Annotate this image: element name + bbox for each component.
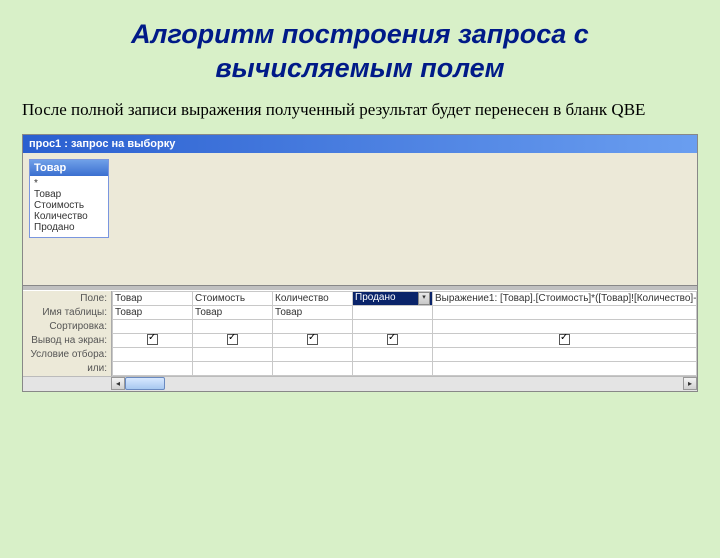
scroll-right-arrow-icon[interactable]: ▸ — [683, 377, 697, 390]
field-item[interactable]: Количество — [31, 211, 107, 222]
qbe-show-cell[interactable] — [113, 333, 193, 347]
qbe-cell[interactable] — [353, 347, 433, 361]
checkbox-icon[interactable] — [307, 334, 318, 345]
qbe-cell[interactable] — [273, 347, 353, 361]
field-item[interactable]: * — [31, 178, 107, 189]
row-label-field: Поле: — [23, 292, 111, 306]
access-query-designer: прос1 : запрос на выборку Товар * Товар … — [22, 134, 698, 392]
checkbox-icon[interactable] — [147, 334, 158, 345]
checkbox-icon[interactable] — [387, 334, 398, 345]
qbe-cell[interactable] — [193, 361, 273, 375]
qbe-cell[interactable] — [193, 319, 273, 333]
qbe-cell[interactable] — [353, 305, 433, 319]
qbe-cell[interactable] — [113, 361, 193, 375]
qbe-cell-text: Продано — [355, 292, 396, 303]
qbe-cell[interactable] — [353, 361, 433, 375]
qbe-row-show — [113, 333, 697, 347]
field-item[interactable]: Товар — [31, 189, 107, 200]
qbe-row-sort — [113, 319, 697, 333]
qbe-cell[interactable] — [433, 319, 697, 333]
qbe-cell[interactable] — [113, 319, 193, 333]
qbe-cell[interactable]: Стоимость — [193, 291, 273, 305]
slide-subtitle: После полной записи выражения полученный… — [22, 100, 698, 120]
qbe-show-cell[interactable] — [273, 333, 353, 347]
qbe-cell[interactable]: Товар — [273, 305, 353, 319]
qbe-row-field: Товар Стоимость Количество Продано ▾ Выр… — [113, 291, 697, 305]
scroll-left-arrow-icon[interactable]: ◂ — [111, 377, 125, 390]
qbe-show-cell[interactable] — [353, 333, 433, 347]
source-table-box[interactable]: Товар * Товар Стоимость Количество Прода… — [29, 159, 109, 238]
row-label-table: Имя таблицы: — [23, 306, 111, 320]
qbe-grid-cells: Товар Стоимость Количество Продано ▾ Выр… — [111, 291, 697, 376]
checkbox-icon[interactable] — [227, 334, 238, 345]
qbe-row-labels: Поле: Имя таблицы: Сортировка: Вывод на … — [23, 291, 111, 376]
qbe-cell[interactable] — [433, 305, 697, 319]
qbe-cell[interactable]: Количество — [273, 291, 353, 305]
qbe-show-cell[interactable] — [193, 333, 273, 347]
row-label-criteria: Условие отбора: — [23, 348, 111, 362]
qbe-cell[interactable] — [273, 361, 353, 375]
qbe-show-cell[interactable] — [433, 333, 697, 347]
source-table-fields: * Товар Стоимость Количество Продано — [30, 176, 108, 237]
dropdown-icon[interactable]: ▾ — [418, 292, 430, 305]
field-item[interactable]: Продано — [31, 222, 107, 233]
row-label-show: Вывод на экран: — [23, 334, 111, 348]
tables-pane: Товар * Товар Стоимость Количество Прода… — [23, 153, 697, 285]
qbe-grid: Поле: Имя таблицы: Сортировка: Вывод на … — [23, 291, 697, 391]
row-label-or: или: — [23, 362, 111, 376]
checkbox-icon[interactable] — [559, 334, 570, 345]
qbe-cell[interactable] — [433, 347, 697, 361]
qbe-row-or — [113, 361, 697, 375]
horizontal-scrollbar[interactable]: ◂ ▸ — [23, 376, 697, 391]
qbe-cell[interactable] — [113, 347, 193, 361]
window-titlebar: прос1 : запрос на выборку — [23, 135, 697, 153]
qbe-cell[interactable] — [433, 361, 697, 375]
qbe-cell[interactable]: Товар — [113, 291, 193, 305]
qbe-row-table: Товар Товар Товар — [113, 305, 697, 319]
qbe-cell[interactable] — [353, 319, 433, 333]
qbe-cell[interactable] — [273, 319, 353, 333]
qbe-cell-expression[interactable]: Выражение1: [Товар].[Стоимость]*([Товар]… — [433, 291, 697, 305]
qbe-cell[interactable]: Товар — [113, 305, 193, 319]
qbe-cell[interactable]: Товар — [193, 305, 273, 319]
qbe-cell-selected[interactable]: Продано ▾ — [353, 291, 433, 305]
qbe-row-criteria — [113, 347, 697, 361]
row-label-sort: Сортировка: — [23, 320, 111, 334]
source-table-name: Товар — [30, 160, 108, 176]
slide-title: Алгоритм построения запроса с вычисляемы… — [40, 18, 680, 86]
field-item[interactable]: Стоимость — [31, 200, 107, 211]
qbe-cell[interactable] — [193, 347, 273, 361]
scroll-thumb[interactable] — [125, 377, 165, 390]
